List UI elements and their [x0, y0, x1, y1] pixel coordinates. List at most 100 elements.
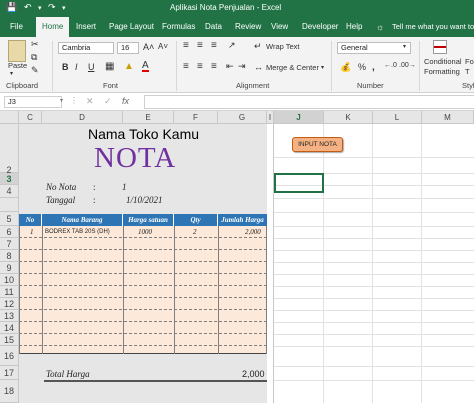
copy-icon[interactable]: ⧉ — [31, 52, 37, 63]
merge-center-icon[interactable]: ↔ — [254, 62, 263, 72]
column-header-j[interactable]: J — [274, 111, 324, 124]
percent-button[interactable]: % — [358, 62, 366, 72]
formula-input[interactable] — [144, 95, 474, 109]
font-size-select[interactable]: 16 — [117, 42, 139, 54]
align-center-icon[interactable]: ≡ — [197, 61, 203, 72]
format-as-table-label-1[interactable]: Fo — [465, 57, 474, 66]
italic-button[interactable]: I — [75, 62, 78, 72]
table-row[interactable] — [19, 298, 267, 310]
row-header-10[interactable]: 10 — [0, 274, 19, 286]
row-header-8[interactable]: 8 — [0, 250, 19, 262]
align-bottom-icon[interactable]: ≡ — [211, 40, 217, 51]
number-format-select[interactable]: General — [337, 42, 411, 54]
enter-icon[interactable]: ✓ — [104, 96, 112, 107]
table-row[interactable] — [19, 250, 267, 262]
row-header-14[interactable]: 14 — [0, 322, 19, 334]
comma-style-button[interactable]: , — [372, 62, 375, 73]
bold-button[interactable]: B — [62, 62, 69, 72]
currency-icon[interactable]: 💰 — [340, 62, 351, 73]
decrease-decimal-icon[interactable]: .00→ — [399, 62, 416, 69]
row-header-11[interactable]: 11 — [0, 286, 19, 298]
align-middle-icon[interactable]: ≡ — [197, 40, 203, 51]
row-header-2[interactable]: 2 — [0, 124, 19, 175]
select-all-corner[interactable] — [0, 111, 19, 124]
row-header-17[interactable]: 17 — [0, 366, 19, 380]
increase-font-icon[interactable]: A˄ — [143, 42, 154, 52]
column-header-d[interactable]: D — [42, 111, 123, 124]
paste-button[interactable]: Paste — [8, 61, 27, 70]
tab-formulas[interactable]: Formulas — [162, 17, 195, 37]
redo-icon[interactable]: ↷ — [48, 2, 56, 13]
row-header-6[interactable]: 6 — [0, 226, 19, 238]
table-row[interactable] — [19, 310, 267, 322]
format-painter-icon[interactable]: ✎ — [31, 65, 39, 76]
column-header-k[interactable]: K — [324, 111, 373, 124]
align-top-icon[interactable]: ≡ — [183, 40, 189, 51]
tab-review[interactable]: Review — [235, 17, 261, 37]
paste-dropdown-icon[interactable]: ▾ — [10, 70, 13, 77]
undo-dropdown-icon[interactable]: ▾ — [38, 4, 42, 12]
row-header-18[interactable]: 18 — [0, 380, 19, 403]
tab-data[interactable]: Data — [205, 17, 222, 37]
increase-decimal-icon[interactable]: ←.0 — [384, 62, 397, 69]
worksheet-grid[interactable]: C D E F G I J K L M 1 2 3 4 5 6 7 8 9 10… — [0, 111, 474, 403]
row-header-5[interactable]: 5 — [0, 212, 19, 226]
underline-button[interactable]: U — [88, 62, 95, 72]
name-box[interactable]: J3 — [4, 96, 62, 108]
tell-me-search[interactable]: Tell me what you want to — [392, 17, 474, 37]
column-header-l[interactable]: L — [373, 111, 422, 124]
align-right-icon[interactable]: ≡ — [211, 61, 217, 72]
merge-dropdown-icon[interactable]: ▾ — [321, 64, 324, 71]
row-header-12[interactable]: 12 — [0, 298, 19, 310]
column-header-e[interactable]: E — [123, 111, 174, 124]
table-row[interactable] — [19, 286, 267, 298]
tab-file[interactable]: File — [10, 17, 23, 37]
row-header-16[interactable]: 16 — [0, 346, 19, 366]
conditional-formatting-icon[interactable] — [433, 40, 447, 54]
indent-increase-icon[interactable]: ⇥ — [238, 61, 246, 72]
table-row[interactable] — [19, 346, 267, 354]
borders-icon[interactable]: ▦ — [105, 61, 114, 72]
conditional-formatting-label-1[interactable]: Conditional — [424, 57, 462, 66]
save-icon[interactable]: 💾 — [6, 2, 17, 13]
table-row[interactable] — [19, 274, 267, 286]
table-row[interactable] — [19, 262, 267, 274]
column-header-c[interactable]: C — [19, 111, 42, 124]
table-row[interactable] — [19, 334, 267, 346]
input-nota-button[interactable]: INPUT NOTA — [292, 137, 343, 152]
orientation-icon[interactable]: ↗ — [228, 40, 236, 51]
column-header-f[interactable]: F — [174, 111, 218, 124]
wrap-text-button[interactable]: Wrap Text — [266, 42, 300, 51]
merge-center-button[interactable]: Merge & Center — [266, 63, 319, 72]
row-header-13[interactable]: 13 — [0, 310, 19, 322]
insert-function-button[interactable]: fx — [122, 96, 129, 106]
column-header-g[interactable]: G — [218, 111, 267, 124]
row-header-15[interactable]: 15 — [0, 334, 19, 346]
row-header-4[interactable]: 4 — [0, 185, 19, 198]
quick-access-dropdown-icon[interactable]: ▾ — [62, 4, 66, 12]
tab-home[interactable]: Home — [36, 17, 70, 37]
table-row[interactable] — [19, 238, 267, 250]
font-name-select[interactable]: Cambria — [58, 42, 114, 54]
column-header-i[interactable]: I — [267, 111, 274, 124]
align-left-icon[interactable]: ≡ — [183, 61, 189, 72]
cancel-icon[interactable]: ✕ — [86, 96, 94, 107]
indent-decrease-icon[interactable]: ⇤ — [226, 61, 234, 72]
tab-insert[interactable]: Insert — [76, 17, 96, 37]
number-format-dropdown-icon[interactable]: ▾ — [403, 43, 406, 50]
tab-page-layout[interactable]: Page Layout — [109, 17, 154, 37]
tab-view[interactable]: View — [271, 17, 288, 37]
row-header-7[interactable]: 7 — [0, 238, 19, 250]
fill-color-icon[interactable]: ▲ — [124, 61, 134, 72]
cut-icon[interactable]: ✂ — [31, 39, 39, 50]
column-header-m[interactable]: M — [422, 111, 474, 124]
decrease-font-icon[interactable]: A˅ — [158, 42, 168, 51]
conditional-formatting-label-2[interactable]: Formatting — [424, 67, 460, 76]
tab-developer[interactable]: Developer — [302, 17, 338, 37]
active-cell-j3[interactable] — [274, 173, 324, 193]
table-row[interactable] — [19, 322, 267, 334]
undo-icon[interactable]: ↶ — [24, 2, 32, 13]
row-header-9[interactable]: 9 — [0, 262, 19, 274]
font-color-icon[interactable]: A — [142, 61, 149, 72]
row-header-3[interactable]: 3 — [0, 173, 19, 185]
